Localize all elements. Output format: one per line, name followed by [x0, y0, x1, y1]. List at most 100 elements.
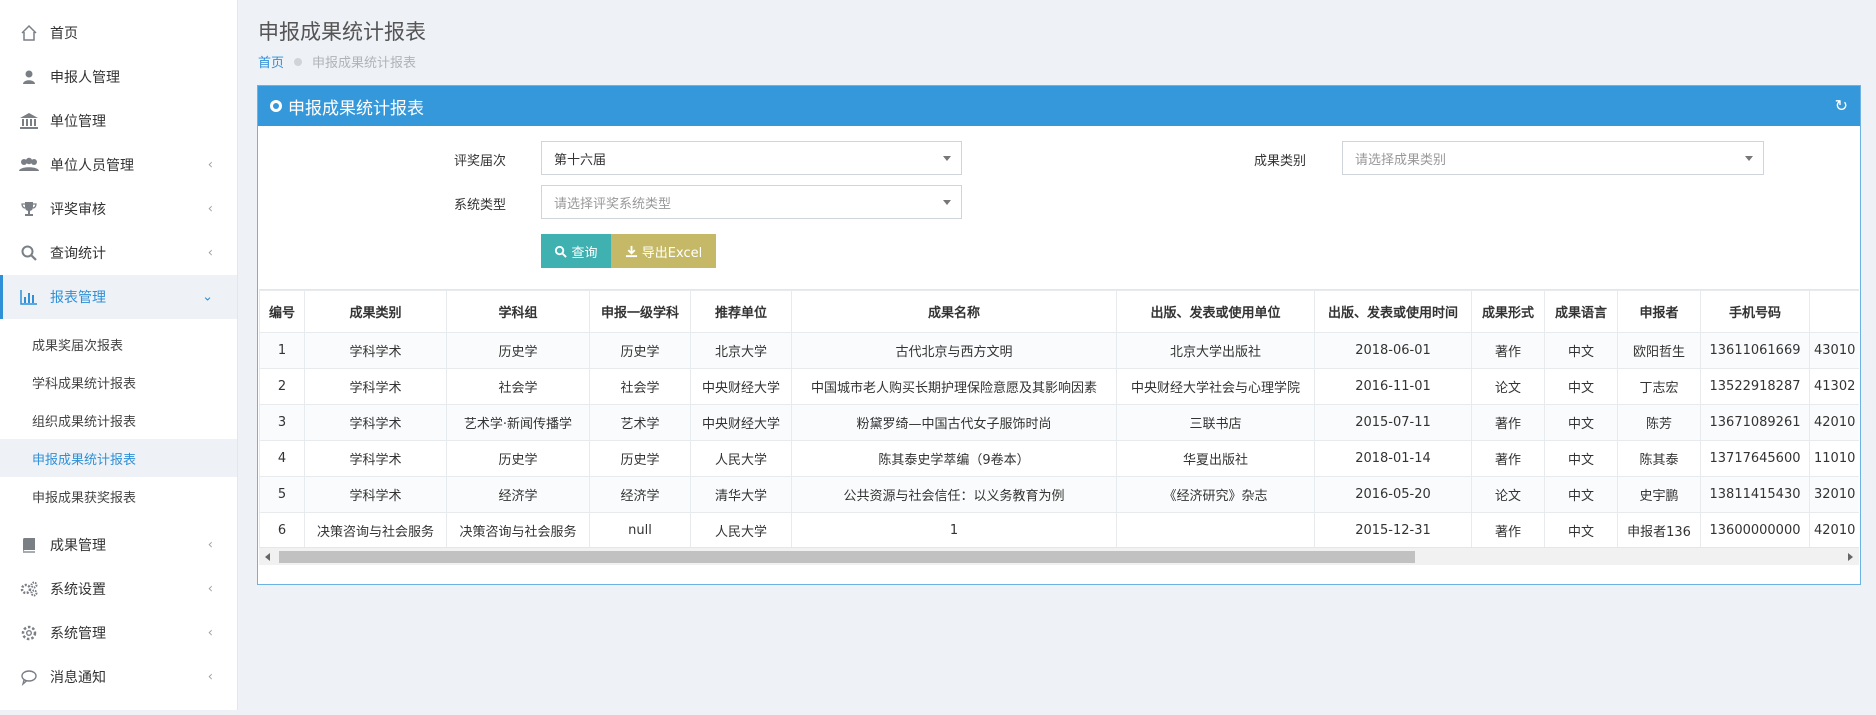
award-session-label: 评奖届次	[454, 154, 507, 169]
table-cell: 2018-06-01	[1314, 332, 1472, 369]
nav-system-management[interactable]: 系统管理 ‹	[0, 611, 237, 655]
column-header[interactable]: 成果名称	[791, 290, 1117, 333]
table-cell: 13811415430	[1700, 476, 1810, 513]
scroll-left-icon[interactable]	[265, 553, 270, 561]
table-cell: 2015-07-11	[1314, 404, 1472, 441]
column-header[interactable]: 出版、发表或使用时间	[1314, 290, 1472, 333]
nav-query-stats[interactable]: 查询统计 ‹	[0, 231, 237, 275]
award-session-select[interactable]: 第十六届	[541, 141, 962, 175]
nav-achievement[interactable]: 成果管理 ‹	[0, 523, 237, 567]
column-header[interactable]: 成果形式	[1471, 290, 1545, 333]
table-cell: 13600000000	[1700, 512, 1810, 549]
comment-icon	[18, 666, 40, 688]
nav-label: 消息通知	[50, 670, 106, 686]
report-panel: 申报成果统计报表 ↻ 评奖届次 第十六届 成果类别 请选择成果类别 系统类型 请…	[257, 85, 1861, 585]
table-cell: 中央财经大学	[690, 404, 792, 441]
sub-award-session-report[interactable]: 成果奖届次报表	[0, 325, 237, 363]
nav-messages[interactable]: 消息通知 ‹	[0, 655, 237, 699]
nav-report-management[interactable]: 报表管理 ⌄	[0, 275, 237, 319]
query-button[interactable]: 查询	[541, 234, 611, 268]
table-cell: 43010	[1809, 332, 1859, 369]
table-cell: 学科学术	[304, 440, 447, 477]
system-type-select[interactable]: 请选择评奖系统类型	[541, 185, 962, 219]
table-cell: 5	[259, 476, 305, 513]
sub-award-winning-report[interactable]: 申报成果获奖报表	[0, 477, 237, 515]
table-cell: 学科学术	[304, 476, 447, 513]
chevron-left-icon: ‹	[207, 669, 213, 685]
table-cell: 《经济研究》杂志	[1116, 476, 1315, 513]
table-cell: 公共资源与社会信任：以义务教育为例	[791, 476, 1117, 513]
column-header[interactable]: 成果语言	[1544, 290, 1618, 333]
scroll-right-icon[interactable]	[1848, 553, 1853, 561]
user-icon	[18, 66, 40, 88]
nav-applicant[interactable]: 申报人管理	[0, 55, 237, 99]
query-label: 查询	[571, 245, 598, 261]
nav-label: 系统管理	[50, 626, 106, 642]
table-cell: 北京大学出版社	[1116, 332, 1315, 369]
nav-label: 评奖审核	[50, 202, 106, 218]
table-cell: 中央财经大学社会与心理学院	[1116, 368, 1315, 405]
nav-unit-staff[interactable]: 单位人员管理 ‹	[0, 143, 237, 187]
nav-award-review[interactable]: 评奖审核 ‹	[0, 187, 237, 231]
table-cell: 1	[791, 512, 1117, 549]
sub-discipline-report[interactable]: 学科成果统计报表	[0, 363, 237, 401]
table-cell: 著作	[1471, 332, 1545, 369]
chevron-left-icon: ‹	[207, 581, 213, 597]
nav-system-settings[interactable]: 系统设置 ‹	[0, 567, 237, 611]
table-cell: 4	[259, 440, 305, 477]
sub-organization-report[interactable]: 组织成果统计报表	[0, 401, 237, 439]
column-header[interactable]: 出版、发表或使用单位	[1116, 290, 1315, 333]
report-submenu: 成果奖届次报表 学科成果统计报表 组织成果统计报表 申报成果统计报表 申报成果获…	[0, 319, 237, 523]
export-excel-button[interactable]: 导出Excel	[611, 234, 716, 268]
table-cell: 华夏出版社	[1116, 440, 1315, 477]
sub-application-report[interactable]: 申报成果统计报表	[0, 439, 237, 477]
table-cell: 三联书店	[1116, 404, 1315, 441]
category-placeholder: 请选择成果类别	[1355, 152, 1447, 168]
table-cell: 32010	[1809, 476, 1859, 513]
caret-down-icon	[1745, 156, 1753, 161]
nav-home[interactable]: 首页	[0, 11, 237, 55]
column-header[interactable]: 编号	[259, 290, 305, 333]
table-cell: 社会学	[446, 368, 590, 405]
table-row: 3 学科学术 艺术学·新闻传播学 艺术学 中央财经大学 粉黛罗绮—中国古代女子服…	[259, 404, 1859, 441]
nav-label: 单位管理	[50, 114, 106, 130]
breadcrumb: 首页 申报成果统计报表	[258, 52, 416, 71]
table-cell: null	[589, 512, 691, 549]
table-row: 1 学科学术 历史学 历史学 北京大学 古代北京与西方文明 北京大学出版社 20…	[259, 332, 1859, 369]
table-cell: 古代北京与西方文明	[791, 332, 1117, 369]
table-cell: 经济学	[446, 476, 590, 513]
table-cell: 中文	[1544, 368, 1618, 405]
column-header[interactable]	[1809, 290, 1859, 333]
column-header[interactable]: 推荐单位	[690, 290, 792, 333]
table-cell: 陈其泰	[1617, 440, 1701, 477]
chevron-left-icon: ‹	[207, 537, 213, 553]
table-cell: 学科学术	[304, 404, 447, 441]
refresh-icon[interactable]: ↻	[1835, 96, 1848, 115]
column-header[interactable]: 手机号码	[1700, 290, 1810, 333]
caret-down-icon	[943, 200, 951, 205]
table-cell: 中国城市老人购买长期护理保险意愿及其影响因素	[791, 368, 1117, 405]
category-select[interactable]: 请选择成果类别	[1342, 141, 1764, 175]
chevron-left-icon: ‹	[207, 201, 213, 217]
horizontal-scrollbar[interactable]	[259, 547, 1859, 565]
chevron-left-icon: ‹	[207, 245, 213, 261]
gear-icon	[18, 622, 40, 644]
nav-label: 申报人管理	[50, 70, 120, 86]
table-cell: 史宇鹏	[1617, 476, 1701, 513]
column-header[interactable]: 成果类别	[304, 290, 447, 333]
export-label: 导出Excel	[641, 245, 703, 261]
column-header[interactable]: 申报一级学科	[589, 290, 691, 333]
nav-unit[interactable]: 单位管理	[0, 99, 237, 143]
column-header[interactable]: 申报者	[1617, 290, 1701, 333]
scrollbar-thumb[interactable]	[279, 551, 1415, 563]
column-header[interactable]: 学科组	[446, 290, 590, 333]
page-title: 申报成果统计报表	[258, 20, 426, 44]
table-row: 2 学科学术 社会学 社会学 中央财经大学 中国城市老人购买长期护理保险意愿及其…	[259, 368, 1859, 405]
award-session-value: 第十六届	[554, 152, 607, 168]
table-cell: 41302	[1809, 368, 1859, 405]
breadcrumb-home-link[interactable]: 首页	[258, 52, 284, 71]
report-table: 编号 成果类别 学科组 申报一级学科 推荐单位 成果名称 出版、发表或使用单位 …	[259, 290, 1859, 549]
table-cell: 中文	[1544, 440, 1618, 477]
table-cell: 论文	[1471, 476, 1545, 513]
table-cell: 人民大学	[690, 440, 792, 477]
